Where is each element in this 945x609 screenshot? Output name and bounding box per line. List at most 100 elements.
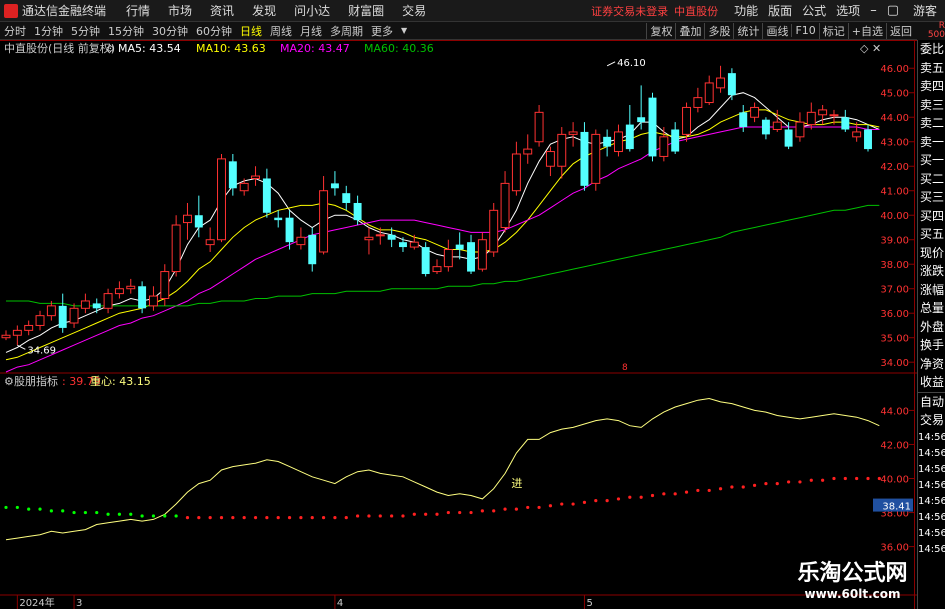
candle [103, 288, 113, 314]
candle-body-down [637, 117, 646, 123]
tab-monthly[interactable]: 月线 [296, 23, 326, 39]
candle [477, 232, 487, 272]
sidebar-item-sell5[interactable]: 卖五 [918, 59, 945, 78]
sidebar-item-price[interactable]: 现价 [918, 244, 945, 263]
candle-body-up [500, 182, 510, 228]
sidebar-item-buy2[interactable]: 买二 [918, 170, 945, 189]
candle-body-up [591, 133, 601, 184]
event-marker[interactable]: 8 [622, 363, 628, 373]
close-icon[interactable]: ✕ [872, 42, 881, 55]
candle [92, 298, 101, 314]
candle [114, 281, 124, 299]
sidebar-item-net-assets[interactable]: 净资 [918, 355, 945, 374]
indicator-dot [49, 509, 53, 513]
menu-item-trade[interactable]: 交易 [402, 2, 426, 19]
menu-item-markets[interactable]: 市场 [168, 2, 192, 19]
tab-30min[interactable]: 30分钟 [148, 23, 192, 39]
guest-label[interactable]: 游客 [913, 2, 937, 19]
sidebar-item-earnings[interactable]: 收益 [918, 373, 945, 392]
tab-multi-period[interactable]: 多周期 [326, 23, 367, 39]
menu-item-ask[interactable]: 问小达 [294, 2, 330, 19]
candle-body-down [727, 73, 736, 96]
sidebar-item-buy1[interactable]: 买一 [918, 151, 945, 170]
menu-item-news[interactable]: 资讯 [210, 2, 234, 19]
tab-60min[interactable]: 60分钟 [192, 23, 236, 39]
menu-item-discover[interactable]: 发现 [252, 2, 276, 19]
indicator-dot [696, 488, 700, 493]
collapse-icon[interactable]: ◇ [860, 42, 869, 55]
tab-daily[interactable]: 日线 [236, 23, 266, 39]
sidebar-item-buy5[interactable]: 买五 [918, 225, 945, 244]
tab-1min[interactable]: 1分钟 [30, 23, 67, 39]
menu-formula[interactable]: 公式 [802, 2, 826, 19]
sidebar-item-trade[interactable]: 交易 [918, 411, 945, 430]
candle [205, 227, 215, 252]
restore-icon[interactable]: ▢ [887, 3, 899, 18]
btn-back[interactable]: 返回 [886, 22, 915, 39]
candle [637, 85, 646, 130]
indicator-dot [684, 490, 689, 494]
btn-multi-stock[interactable]: 多股 [704, 22, 733, 39]
btn-f10[interactable]: F10 [791, 24, 818, 37]
sidebar-item-sell2[interactable]: 卖二 [918, 114, 945, 133]
menu-item-wealth[interactable]: 财富圈 [348, 2, 384, 19]
indicator-dot [424, 512, 428, 516]
candle-body-up [443, 249, 453, 268]
indicator-dot [219, 516, 224, 520]
btn-adjust[interactable]: 复权 [646, 22, 675, 39]
candle-body-up [205, 239, 215, 246]
btn-draw[interactable]: 画线 [762, 22, 791, 39]
menu-function[interactable]: 功能 [734, 2, 758, 19]
sidebar-item-buy3[interactable]: 买三 [918, 188, 945, 207]
tab-15min[interactable]: 15分钟 [104, 23, 148, 39]
indicator-dot [27, 507, 31, 511]
tab-weekly[interactable]: 周线 [266, 23, 296, 39]
candle-body-up [148, 295, 158, 307]
candle-body-down [308, 234, 317, 265]
btn-mark[interactable]: 标记 [818, 22, 848, 39]
sidebar-item-weibi[interactable]: 委比 [918, 40, 945, 59]
ind-y-tick-label: 44.00 [880, 406, 909, 417]
tab-more[interactable]: 更多 [367, 23, 397, 39]
btn-add-watchlist[interactable]: +自选 [847, 22, 886, 39]
tab-intraday[interactable]: 分时 [0, 23, 30, 39]
x-tick-label: 3 [76, 598, 82, 609]
candle [35, 310, 45, 331]
login-warning[interactable]: 证券交易未登录 [591, 3, 668, 19]
sidebar-item-buy4[interactable]: 买四 [918, 207, 945, 226]
indicator-dot [197, 516, 201, 520]
sidebar-item-auto[interactable]: 自动 [918, 391, 945, 412]
menu-layout[interactable]: 版面 [768, 2, 792, 19]
sidebar-item-turnover[interactable]: 换手 [918, 336, 945, 355]
tab-5min[interactable]: 5分钟 [67, 23, 104, 39]
candle-body-down [467, 242, 475, 272]
minimize-icon[interactable]: – [870, 3, 877, 18]
candle-body-down [228, 161, 237, 189]
sidebar-item-sell4[interactable]: 卖四 [918, 77, 945, 96]
sidebar-item-outer[interactable]: 外盘 [918, 318, 945, 337]
chevron-down-icon[interactable]: ▼ [397, 26, 411, 35]
indicator-dot [775, 482, 779, 486]
sidebar-item-change-pct[interactable]: 涨幅 [918, 281, 945, 300]
btn-overlay[interactable]: 叠加 [675, 22, 704, 39]
y-tick-label: 35.00 [880, 334, 909, 345]
y-tick-label: 38.00 [880, 260, 909, 271]
candle [217, 153, 226, 243]
sidebar-item-sell3[interactable]: 卖三 [918, 96, 945, 115]
sidebar-item-sell1[interactable]: 卖一 [918, 133, 945, 152]
indicator-dot [730, 485, 734, 489]
sidebar-item-change[interactable]: 涨跌 [918, 262, 945, 281]
menu-options[interactable]: 选项 [836, 2, 860, 19]
stock-name-header: 中直股份 [674, 4, 719, 18]
sidebar-item-volume[interactable]: 总量 [918, 299, 945, 318]
ind-y-tick-label: 42.00 [880, 440, 909, 451]
ma60-legend: MA60: 40.36 [364, 42, 434, 55]
kline-chart[interactable]: 中直股份(日线 前复权) ⚙ MA5: 43.54 MA10: 43.63 MA… [0, 40, 917, 609]
settings-icon[interactable]: ⚙ [106, 44, 115, 55]
corner-indicator: R 500 [917, 22, 945, 40]
candle-body-down [421, 247, 430, 275]
indicator-settings-icon[interactable]: ⚙ [4, 375, 14, 388]
btn-stats[interactable]: 统计 [733, 22, 762, 39]
ma-line-ma20 [5, 126, 880, 373]
menu-item-market[interactable]: 行情 [126, 2, 150, 19]
